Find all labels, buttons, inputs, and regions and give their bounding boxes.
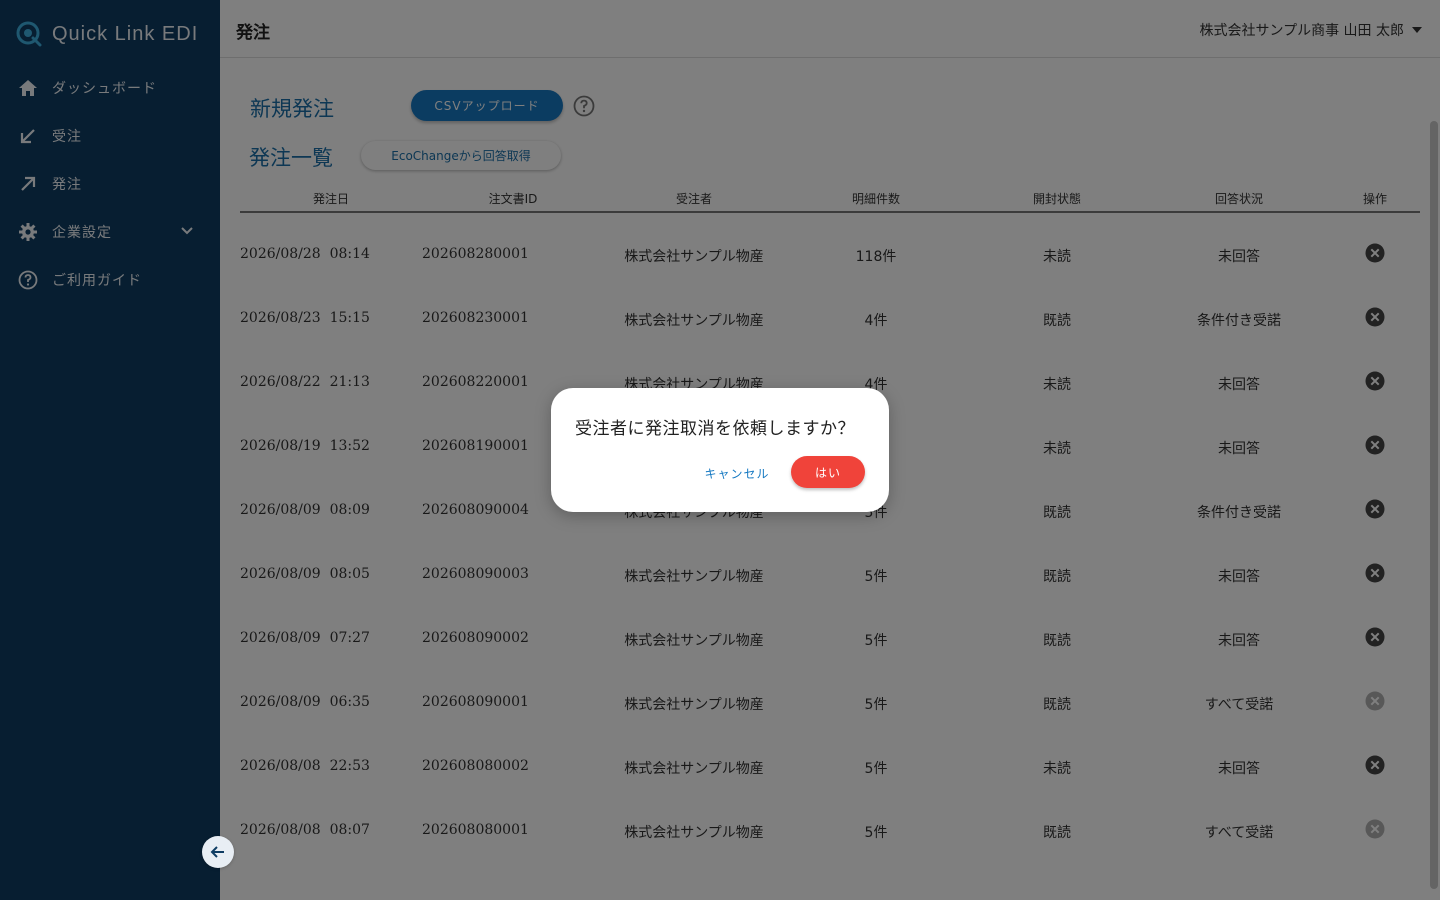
dialog-confirm-button[interactable]: はい xyxy=(791,456,865,488)
arrow-left-icon xyxy=(210,846,224,858)
sidebar-collapse-button[interactable] xyxy=(202,836,234,868)
dialog-cancel-button[interactable]: キャンセル xyxy=(695,457,779,489)
dialog-message: 受注者に発注取消を依頼しますか？ xyxy=(575,419,855,439)
cancel-request-dialog: 受注者に発注取消を依頼しますか？ キャンセル はい xyxy=(551,388,889,512)
